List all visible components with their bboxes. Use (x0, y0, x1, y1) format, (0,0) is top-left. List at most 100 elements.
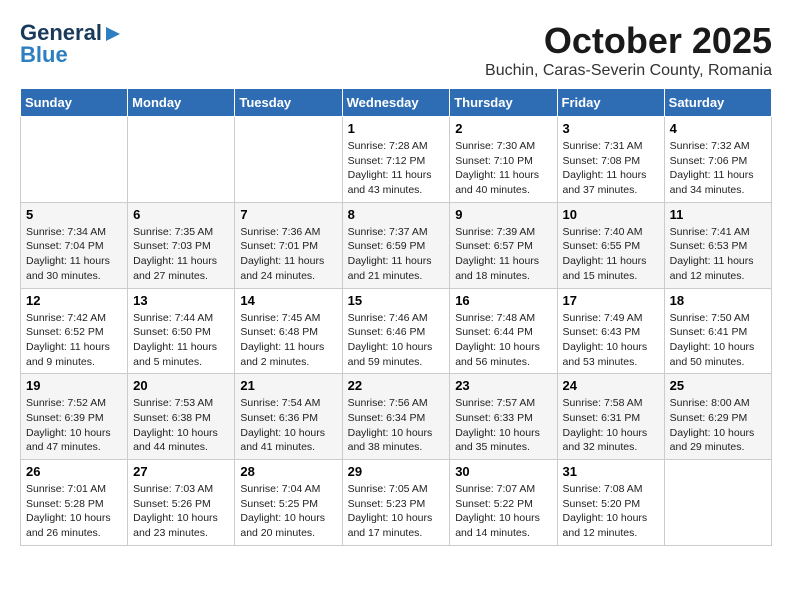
day-number: 21 (240, 378, 336, 393)
day-number: 31 (563, 464, 659, 479)
day-number: 8 (348, 207, 445, 222)
day-info: Sunrise: 7:37 AMSunset: 6:59 PMDaylight:… (348, 225, 445, 284)
day-info: Sunrise: 7:05 AMSunset: 5:23 PMDaylight:… (348, 482, 445, 541)
calendar-day-cell: 24Sunrise: 7:58 AMSunset: 6:31 PMDayligh… (557, 374, 664, 460)
day-number: 15 (348, 293, 445, 308)
calendar-day-cell: 22 Sunrise: 7:56 AMSunset: 6:34 PMDayligh… (342, 374, 450, 460)
day-info: Sunrise: 7:39 AMSunset: 6:57 PMDaylight:… (455, 225, 551, 284)
calendar-day-cell: 27 Sunrise: 7:03 AMSunset: 5:26 PMDayligh… (128, 460, 235, 546)
logo-arrow-icon (104, 25, 122, 43)
calendar-day-cell: 6 Sunrise: 7:35 AMSunset: 7:03 PMDaylight… (128, 202, 235, 288)
calendar-day-cell: 7 Sunrise: 7:36 AMSunset: 7:01 PMDaylight… (235, 202, 342, 288)
day-number: 14 (240, 293, 336, 308)
day-number: 6 (133, 207, 229, 222)
calendar-day-cell (664, 460, 771, 546)
day-number: 10 (563, 207, 659, 222)
calendar-day-cell: 2Sunrise: 7:30 AMSunset: 7:10 PMDaylight… (450, 117, 557, 203)
calendar-day-cell: 31Sunrise: 7:08 AMSunset: 5:20 PMDayligh… (557, 460, 664, 546)
day-info: Sunrise: 7:35 AMSunset: 7:03 PMDaylight:… (133, 225, 229, 284)
day-info: Sunrise: 7:31 AMSunset: 7:08 PMDaylight:… (563, 139, 659, 198)
calendar-day-cell: 8 Sunrise: 7:37 AMSunset: 6:59 PMDaylight… (342, 202, 450, 288)
day-number: 1 (348, 121, 445, 136)
day-number: 4 (670, 121, 766, 136)
weekday-header-cell: Sunday (21, 89, 128, 117)
logo: General Blue (20, 20, 122, 68)
calendar-day-cell: 12 Sunrise: 7:42 AMSunset: 6:52 PMDayligh… (21, 288, 128, 374)
day-info: Sunrise: 7:52 AMSunset: 6:39 PMDaylight:… (26, 396, 122, 455)
day-number: 19 (26, 378, 122, 393)
day-info: Sunrise: 7:53 AMSunset: 6:38 PMDaylight:… (133, 396, 229, 455)
day-info: Sunrise: 7:07 AMSunset: 5:22 PMDaylight:… (455, 482, 551, 541)
calendar-day-cell: 21 Sunrise: 7:54 AMSunset: 6:36 PMDayligh… (235, 374, 342, 460)
calendar-day-cell: 14 Sunrise: 7:45 AMSunset: 6:48 PMDayligh… (235, 288, 342, 374)
day-info: Sunrise: 7:48 AMSunset: 6:44 PMDaylight:… (455, 311, 551, 370)
calendar-day-cell: 26 Sunrise: 7:01 AMSunset: 5:28 PMDayligh… (21, 460, 128, 546)
day-number: 25 (670, 378, 766, 393)
calendar-day-cell: 13 Sunrise: 7:44 AMSunset: 6:50 PMDayligh… (128, 288, 235, 374)
logo-blue: Blue (20, 42, 68, 68)
day-info: Sunrise: 7:56 AMSunset: 6:34 PMDaylight:… (348, 396, 445, 455)
calendar-day-cell (235, 117, 342, 203)
day-info: Sunrise: 7:30 AMSunset: 7:10 PMDaylight:… (455, 139, 551, 198)
day-info: Sunrise: 7:46 AMSunset: 6:46 PMDaylight:… (348, 311, 445, 370)
weekday-header-cell: Thursday (450, 89, 557, 117)
calendar-day-cell: 20 Sunrise: 7:53 AMSunset: 6:38 PMDayligh… (128, 374, 235, 460)
weekday-header-cell: Wednesday (342, 89, 450, 117)
day-number: 9 (455, 207, 551, 222)
calendar-day-cell: 9 Sunrise: 7:39 AMSunset: 6:57 PMDaylight… (450, 202, 557, 288)
day-number: 27 (133, 464, 229, 479)
day-number: 23 (455, 378, 551, 393)
day-info: Sunrise: 7:28 AMSunset: 7:12 PMDaylight:… (348, 139, 445, 198)
day-number: 7 (240, 207, 336, 222)
weekday-header-cell: Monday (128, 89, 235, 117)
calendar-day-cell: 19 Sunrise: 7:52 AMSunset: 6:39 PMDayligh… (21, 374, 128, 460)
day-info: Sunrise: 7:42 AMSunset: 6:52 PMDaylight:… (26, 311, 122, 370)
day-info: Sunrise: 7:44 AMSunset: 6:50 PMDaylight:… (133, 311, 229, 370)
day-info: Sunrise: 7:54 AMSunset: 6:36 PMDaylight:… (240, 396, 336, 455)
day-number: 22 (348, 378, 445, 393)
calendar-day-cell: 5Sunrise: 7:34 AMSunset: 7:04 PMDaylight… (21, 202, 128, 288)
day-number: 24 (563, 378, 659, 393)
calendar-day-cell: 30 Sunrise: 7:07 AMSunset: 5:22 PMDayligh… (450, 460, 557, 546)
day-info: Sunrise: 7:40 AMSunset: 6:55 PMDaylight:… (563, 225, 659, 284)
day-info: Sunrise: 7:03 AMSunset: 5:26 PMDaylight:… (133, 482, 229, 541)
day-info: Sunrise: 7:04 AMSunset: 5:25 PMDaylight:… (240, 482, 336, 541)
day-info: Sunrise: 7:49 AMSunset: 6:43 PMDaylight:… (563, 311, 659, 370)
day-info: Sunrise: 7:50 AMSunset: 6:41 PMDaylight:… (670, 311, 766, 370)
calendar-body: 1 Sunrise: 7:28 AMSunset: 7:12 PMDaylight… (21, 117, 772, 546)
page-header: General Blue October 2025 Buchin, Caras-… (20, 20, 772, 80)
calendar-table: SundayMondayTuesdayWednesdayThursdayFrid… (20, 88, 772, 546)
weekday-header-cell: Saturday (664, 89, 771, 117)
day-info: Sunrise: 7:45 AMSunset: 6:48 PMDaylight:… (240, 311, 336, 370)
calendar-day-cell: 16Sunrise: 7:48 AMSunset: 6:44 PMDayligh… (450, 288, 557, 374)
title-area: October 2025 Buchin, Caras-Severin Count… (485, 20, 772, 80)
day-info: Sunrise: 8:00 AMSunset: 6:29 PMDaylight:… (670, 396, 766, 455)
day-info: Sunrise: 7:01 AMSunset: 5:28 PMDaylight:… (26, 482, 122, 541)
day-info: Sunrise: 7:36 AMSunset: 7:01 PMDaylight:… (240, 225, 336, 284)
day-info: Sunrise: 7:32 AMSunset: 7:06 PMDaylight:… (670, 139, 766, 198)
day-number: 13 (133, 293, 229, 308)
day-info: Sunrise: 7:57 AMSunset: 6:33 PMDaylight:… (455, 396, 551, 455)
calendar-day-cell: 28Sunrise: 7:04 AMSunset: 5:25 PMDayligh… (235, 460, 342, 546)
calendar-day-cell: 11Sunrise: 7:41 AMSunset: 6:53 PMDayligh… (664, 202, 771, 288)
weekday-header-cell: Tuesday (235, 89, 342, 117)
day-number: 17 (563, 293, 659, 308)
day-number: 12 (26, 293, 122, 308)
day-number: 3 (563, 121, 659, 136)
calendar-day-cell: 25 Sunrise: 8:00 AMSunset: 6:29 PMDayligh… (664, 374, 771, 460)
calendar-week-row: 1 Sunrise: 7:28 AMSunset: 7:12 PMDaylight… (21, 117, 772, 203)
day-number: 20 (133, 378, 229, 393)
day-number: 11 (670, 207, 766, 222)
calendar-day-cell: 17 Sunrise: 7:49 AMSunset: 6:43 PMDayligh… (557, 288, 664, 374)
month-title: October 2025 (485, 20, 772, 62)
calendar-day-cell: 29Sunrise: 7:05 AMSunset: 5:23 PMDayligh… (342, 460, 450, 546)
calendar-week-row: 19 Sunrise: 7:52 AMSunset: 6:39 PMDayligh… (21, 374, 772, 460)
day-number: 30 (455, 464, 551, 479)
calendar-day-cell: 18 Sunrise: 7:50 AMSunset: 6:41 PMDayligh… (664, 288, 771, 374)
weekday-header-cell: Friday (557, 89, 664, 117)
calendar-day-cell: 10 Sunrise: 7:40 AMSunset: 6:55 PMDayligh… (557, 202, 664, 288)
day-number: 26 (26, 464, 122, 479)
calendar-day-cell (128, 117, 235, 203)
day-number: 18 (670, 293, 766, 308)
day-number: 5 (26, 207, 122, 222)
